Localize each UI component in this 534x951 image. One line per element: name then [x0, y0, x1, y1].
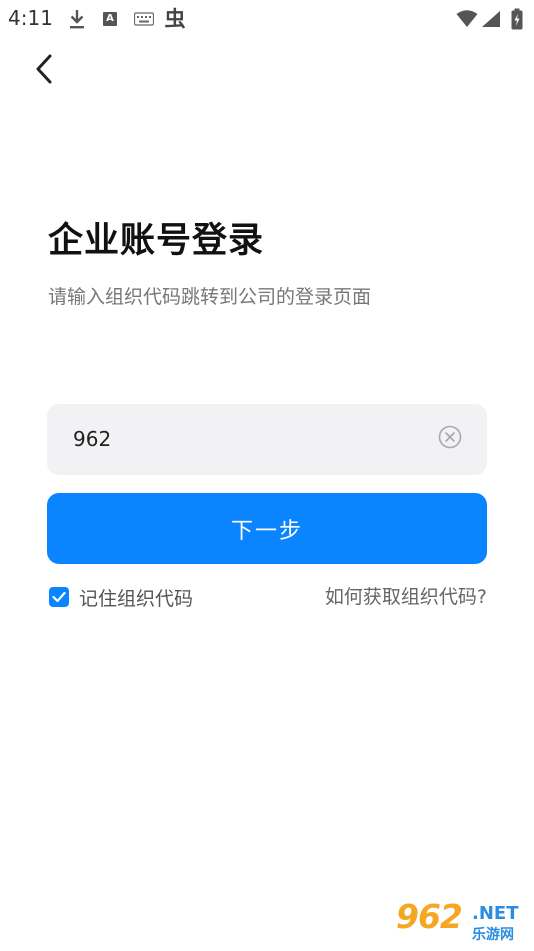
org-code-input[interactable]: [73, 420, 433, 458]
site-watermark-logo: 962 .NET 乐游网: [394, 897, 530, 947]
status-time: 4:11: [8, 6, 53, 30]
wifi-icon: [456, 7, 478, 31]
clear-input-button[interactable]: [437, 425, 463, 453]
remember-label: 记住组织代码: [79, 587, 194, 610]
chevron-left-icon: [34, 53, 54, 89]
org-code-field: [47, 404, 487, 475]
keyboard-icon: [134, 7, 154, 31]
page-title: 企业账号登录: [48, 221, 265, 261]
status-bar: 4:11 A 虫: [0, 0, 534, 40]
how-to-get-org-code-link[interactable]: 如何获取组织代码?: [325, 584, 487, 610]
signal-icon: [480, 7, 502, 31]
page-subtitle: 请输入组织代码跳转到公司的登录页面: [48, 286, 372, 308]
keyboard-a-icon: A: [102, 7, 118, 31]
battery-icon: [510, 7, 524, 31]
clear-circle-icon: [438, 425, 462, 453]
next-button[interactable]: 下一步: [47, 493, 487, 564]
watermark-number: 962: [396, 897, 463, 936]
remember-org-code-toggle[interactable]: 记住组织代码: [49, 584, 193, 610]
watermark-site-name: 乐游网: [472, 927, 514, 943]
download-icon: [68, 7, 86, 31]
remember-checkbox[interactable]: [49, 587, 69, 607]
checkmark-icon: [52, 588, 66, 607]
watermark-suffix: .NET: [472, 903, 519, 924]
login-screen: 4:11 A 虫 企业账号登录 请输入组织代码跳转到公司的登录页面 962 下一…: [0, 0, 534, 951]
bug-icon: 虫: [164, 7, 186, 31]
back-button[interactable]: [28, 52, 60, 90]
